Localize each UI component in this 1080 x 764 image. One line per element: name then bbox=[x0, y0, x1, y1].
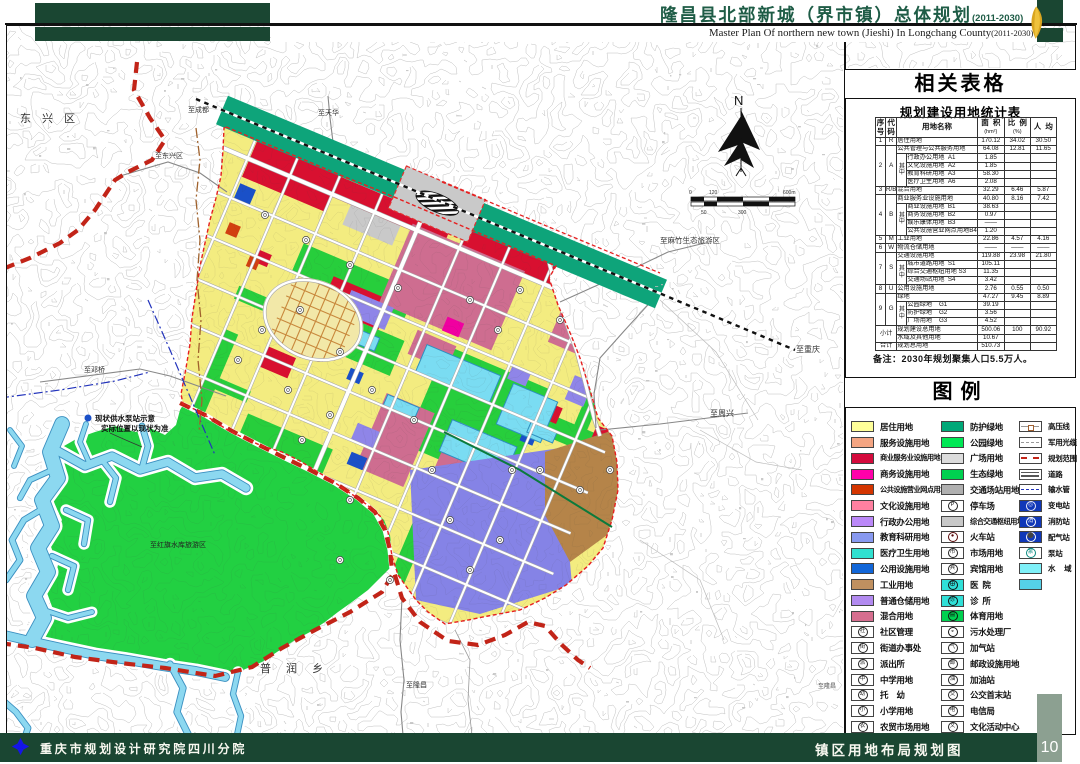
svg-text:至隆昌: 至隆昌 bbox=[406, 680, 427, 689]
svg-text:至麻竹生态旅游区: 至麻竹生态旅游区 bbox=[660, 235, 720, 245]
svg-text:普 润 乡: 普 润 乡 bbox=[260, 661, 329, 675]
svg-text:300: 300 bbox=[738, 210, 747, 216]
svg-text:600m: 600m bbox=[783, 190, 796, 196]
svg-text:0: 0 bbox=[689, 190, 692, 196]
svg-text:至隆昌: 至隆昌 bbox=[818, 682, 836, 690]
svg-text:东 兴 区: 东 兴 区 bbox=[20, 112, 79, 125]
svg-text:至成都: 至成都 bbox=[188, 105, 209, 114]
svg-text:至红旗水库旅游区: 至红旗水库旅游区 bbox=[150, 540, 206, 549]
svg-text:至重庆: 至重庆 bbox=[796, 344, 820, 354]
svg-text:至东兴区: 至东兴区 bbox=[155, 151, 183, 160]
svg-text:N: N bbox=[734, 93, 743, 108]
svg-text:至周兴: 至周兴 bbox=[710, 409, 734, 418]
svg-text:至邓桥: 至邓桥 bbox=[84, 365, 105, 374]
svg-text:至天华: 至天华 bbox=[318, 108, 339, 117]
svg-text:120: 120 bbox=[709, 190, 718, 196]
svg-text:50: 50 bbox=[701, 210, 707, 216]
svg-text:实际位置以现状为准: 实际位置以现状为准 bbox=[101, 423, 169, 433]
svg-text:现状供水泵站示意: 现状供水泵站示意 bbox=[95, 413, 155, 423]
